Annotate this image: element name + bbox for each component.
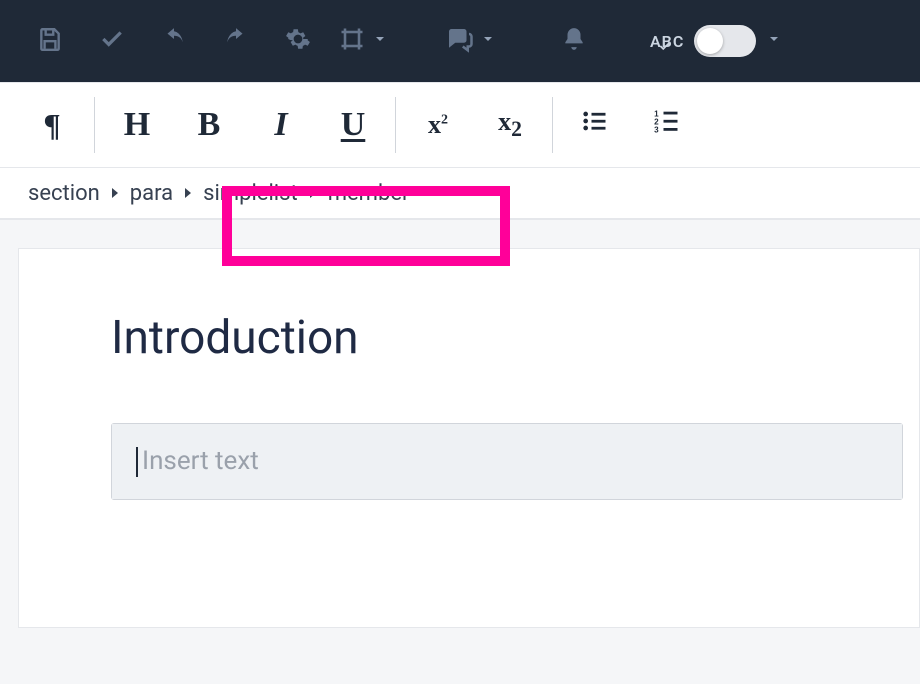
undo-icon [161, 26, 187, 56]
bulleted-list-icon [581, 106, 609, 144]
chevron-right-icon [183, 188, 193, 198]
breadcrumb-item-section[interactable]: section [28, 181, 100, 206]
frame-select-icon [338, 25, 366, 57]
chevron-right-icon [308, 188, 318, 198]
comments-dropdown[interactable] [444, 24, 496, 58]
toolbar-divider [395, 97, 396, 153]
check-icon [99, 26, 125, 56]
text-input[interactable]: Insert text [112, 424, 902, 499]
subscript-button[interactable]: x2 [474, 95, 546, 155]
breadcrumb-label: para [130, 181, 173, 206]
page-title[interactable]: Introduction [111, 311, 919, 365]
top-toolbar: ABC [0, 0, 920, 82]
breadcrumb-item-para[interactable]: para [130, 181, 173, 206]
breadcrumb-item-member[interactable]: member [328, 181, 410, 206]
breadcrumb-label: simplelist [203, 181, 298, 206]
breadcrumb: section para simplelist member [0, 168, 920, 220]
chevron-right-icon [110, 188, 120, 198]
spellcheck-toggle-group: ABC [650, 25, 782, 57]
chevron-down-icon [372, 31, 388, 51]
settings-button[interactable] [276, 19, 320, 63]
spellcheck-label: ABC [650, 32, 684, 51]
bell-icon [561, 26, 587, 56]
breadcrumb-label: section [28, 181, 100, 206]
bulleted-list-button[interactable] [559, 95, 631, 155]
chevron-down-icon [480, 31, 496, 51]
save-icon [37, 26, 63, 56]
numbered-list-icon: 123 [653, 106, 681, 144]
undo-button[interactable] [152, 19, 196, 63]
italic-glyph: I [274, 106, 287, 144]
redo-icon [223, 26, 249, 56]
svg-text:3: 3 [654, 126, 659, 135]
pilcrow-icon: ¶ [43, 107, 60, 144]
confirm-button[interactable] [90, 19, 134, 63]
save-button[interactable] [28, 19, 72, 63]
underline-button[interactable]: U [317, 95, 389, 155]
placeholder-text: Insert text [142, 446, 259, 476]
format-toolbar: ¶ H B I U x2 x2 123 [0, 82, 920, 168]
spellcheck-toggle[interactable] [694, 25, 756, 57]
toolbar-divider [552, 97, 553, 153]
superscript-glyph: x2 [428, 110, 448, 140]
underline-glyph: U [341, 106, 366, 144]
heading-glyph: H [124, 106, 150, 144]
paragraph-mark-button[interactable]: ¶ [16, 95, 88, 155]
notifications-button[interactable] [552, 19, 596, 63]
italic-button[interactable]: I [245, 95, 317, 155]
subscript-glyph: x2 [498, 107, 522, 142]
editor-canvas: Introduction Insert text [0, 220, 920, 628]
document-page[interactable]: Introduction Insert text [18, 248, 920, 628]
bold-glyph: B [198, 106, 221, 144]
text-cursor [136, 447, 138, 477]
simplelist-member-field[interactable]: Insert text [111, 423, 903, 500]
redo-button[interactable] [214, 19, 258, 63]
frame-select-dropdown[interactable] [338, 25, 388, 57]
gear-icon [285, 26, 311, 56]
toolbar-divider [94, 97, 95, 153]
numbered-list-button[interactable]: 123 [631, 95, 703, 155]
bold-button[interactable]: B [173, 95, 245, 155]
breadcrumb-label: member [328, 181, 410, 206]
check-icon [658, 38, 672, 57]
heading-button[interactable]: H [101, 95, 173, 155]
breadcrumb-item-simplelist[interactable]: simplelist [203, 181, 298, 206]
chevron-down-icon[interactable] [766, 31, 782, 51]
superscript-button[interactable]: x2 [402, 95, 474, 155]
comment-icon [444, 24, 474, 58]
